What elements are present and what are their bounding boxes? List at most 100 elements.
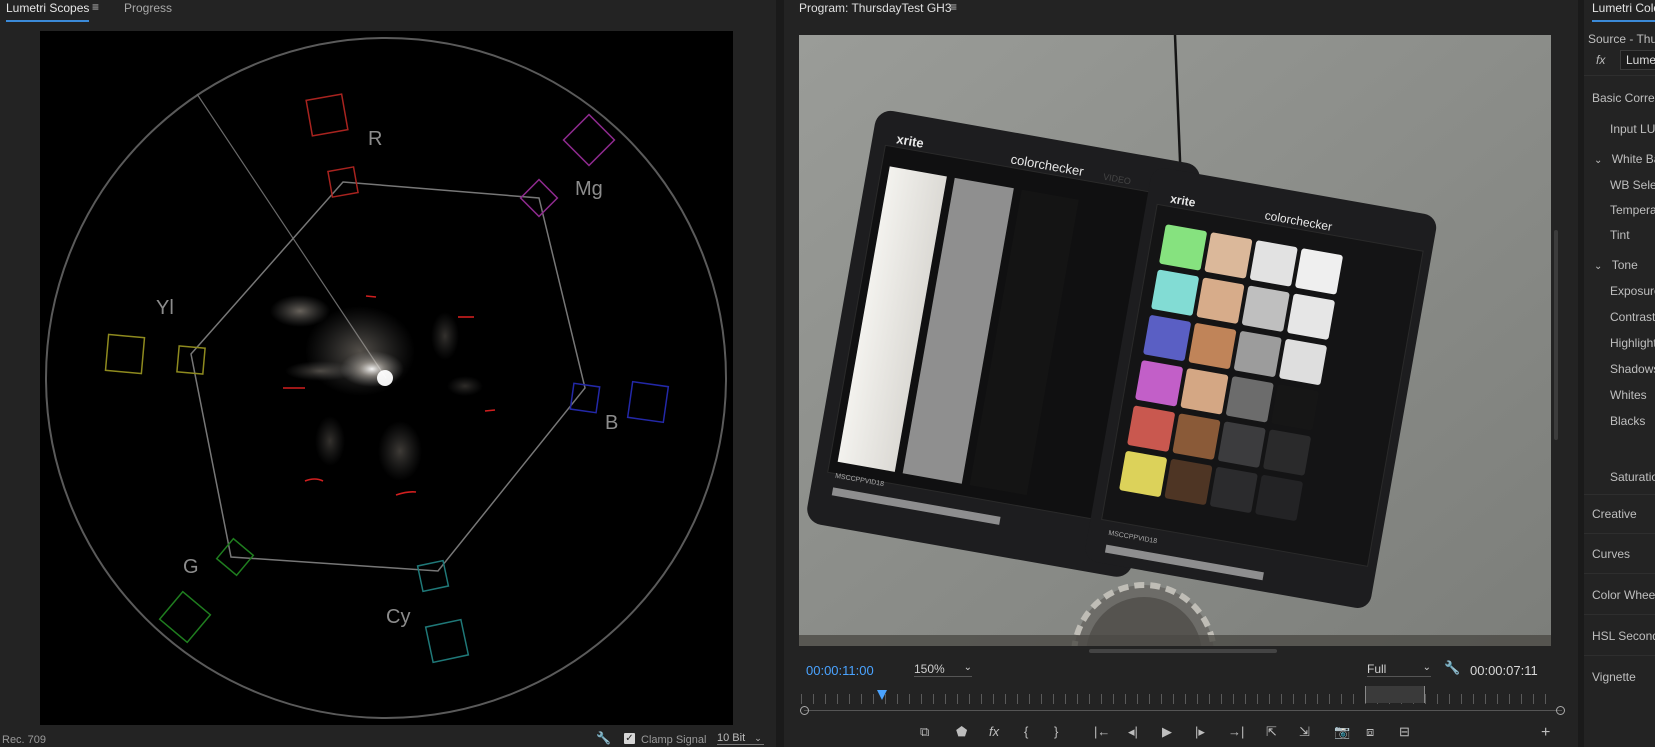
color-swatch: [1226, 376, 1274, 423]
panel-menu-icon[interactable]: ≡: [92, 0, 99, 14]
tone-label: Tone: [1611, 258, 1638, 272]
color-swatch: [1271, 384, 1319, 431]
table-edge: [799, 635, 1551, 646]
label-yl: Yl: [156, 297, 174, 319]
zoom-handle-right[interactable]: [1556, 706, 1565, 715]
color-swatch: [1287, 293, 1335, 340]
white-balance-toggle[interactable]: ⌄ White Ba: [1594, 152, 1655, 166]
section-hsl-secondary[interactable]: HSL Second: [1592, 629, 1655, 643]
extract-icon[interactable]: ⇲: [1299, 724, 1310, 740]
source-label: Source - Thur: [1588, 32, 1655, 46]
multi-camera-icon[interactable]: ⊟: [1399, 724, 1410, 740]
go-to-out-icon[interactable]: →|: [1228, 724, 1244, 739]
tab-progress[interactable]: Progress: [124, 0, 172, 20]
transport-controls: ⧉ ⬟ fx { } |← ◂| ▶ |▸ →| ⇱ ⇲ 📷 ⧈ ⊟ +: [784, 724, 1578, 746]
step-forward-icon[interactable]: |▸: [1195, 724, 1205, 740]
panel-divider-left[interactable]: [776, 0, 784, 747]
chevron-down-icon: ⌄: [1594, 261, 1603, 272]
duration-timecode: 00:00:07:11: [1470, 663, 1538, 678]
divider: [1584, 655, 1655, 656]
chevron-down-icon: ⌄: [963, 662, 972, 673]
lift-icon[interactable]: ⇱: [1266, 724, 1277, 740]
fx-icon: fx: [1596, 53, 1606, 67]
in-out-range[interactable]: [1365, 686, 1425, 703]
tint-label: Tint: [1610, 228, 1630, 242]
section-creative[interactable]: Creative: [1592, 507, 1637, 521]
exposure-label: Exposure: [1610, 284, 1655, 298]
lumetri-scopes-panel: Lumetri Scopes ≡ Progress R Mg Yl B G Cy…: [0, 0, 776, 747]
color-swatch: [1210, 467, 1258, 513]
step-back-icon[interactable]: ◂|: [1128, 724, 1138, 740]
zoom-handle-left[interactable]: [800, 706, 809, 715]
colorspace-label: Rec. 709: [2, 734, 47, 746]
color-swatch: [1263, 429, 1311, 476]
contrast-label: Contrast: [1610, 310, 1655, 324]
video-image: xrite colorchecker VIDEO MSCCPPVID18 xri…: [799, 35, 1551, 646]
chevron-down-icon: ⌄: [1594, 155, 1603, 166]
tab-lumetri-scopes[interactable]: Lumetri Scopes: [6, 0, 90, 22]
label-g: G: [183, 556, 199, 578]
divider: [1584, 494, 1655, 495]
color-swatch: [1218, 421, 1266, 468]
white-balance-label: White Ba: [1611, 152, 1655, 166]
section-curves[interactable]: Curves: [1592, 547, 1630, 561]
comparison-view-icon[interactable]: ⧈: [1366, 724, 1374, 740]
color-swatch: [1242, 285, 1290, 332]
playhead-timecode[interactable]: 00:00:11:00: [806, 663, 874, 678]
zoom-select[interactable]: 150% ⌄: [914, 662, 972, 677]
shadows-label: Shadows: [1610, 362, 1655, 376]
target-magenta: [519, 113, 616, 218]
add-button-icon[interactable]: +: [1541, 724, 1550, 742]
bit-depth-value: 10 Bit: [717, 732, 746, 744]
fx-icon[interactable]: fx: [989, 724, 999, 739]
export-frame-icon[interactable]: 📷: [1334, 724, 1350, 740]
video-frame[interactable]: xrite colorchecker VIDEO MSCCPPVID18 xri…: [799, 35, 1551, 646]
mark-in-icon[interactable]: {: [1024, 724, 1028, 739]
clamp-signal-checkbox[interactable]: ✓: [624, 733, 635, 744]
whites-label: Whites: [1610, 388, 1647, 402]
color-swatch: [1250, 240, 1298, 287]
tone-toggle[interactable]: ⌄ Tone: [1594, 258, 1638, 272]
video-scroll-bar[interactable]: [1089, 649, 1277, 653]
color-swatch: [1196, 277, 1245, 324]
label-mg: Mg: [575, 178, 603, 200]
section-basic-correction[interactable]: Basic Correc: [1592, 91, 1655, 105]
settings-wrench-icon[interactable]: 🔧: [1444, 660, 1460, 676]
color-swatch: [1164, 459, 1213, 505]
color-swatch: [1127, 405, 1175, 452]
divider: [1584, 573, 1655, 574]
program-vertical-scrollbar[interactable]: [1554, 230, 1558, 440]
label-cy: Cy: [386, 606, 410, 628]
mark-out-icon[interactable]: }: [1054, 724, 1058, 739]
divider: [1584, 75, 1655, 76]
scopes-footer: Rec. 709 🔧 ✓ Clamp Signal 10 Bit ⌄: [0, 729, 776, 747]
temperature-label: Tempera: [1610, 203, 1655, 217]
section-color-wheels[interactable]: Color Wheel: [1592, 588, 1655, 602]
target-cyan: [416, 559, 470, 664]
playhead-marker[interactable]: [877, 690, 887, 700]
go-to-in-icon[interactable]: |←: [1094, 724, 1110, 739]
bit-depth-select[interactable]: 10 Bit ⌄: [717, 732, 764, 745]
section-vignette[interactable]: Vignette: [1592, 670, 1636, 684]
color-swatch: [1151, 269, 1199, 316]
divider: [1584, 614, 1655, 615]
effect-select[interactable]: Lumet: [1620, 50, 1655, 70]
panel-menu-icon[interactable]: ≡: [950, 0, 957, 14]
resolution-value: Full: [1367, 662, 1387, 676]
blacks-label: Blacks: [1610, 414, 1646, 428]
settings-wrench-icon[interactable]: 🔧: [596, 731, 611, 745]
resolution-select[interactable]: Full ⌄: [1367, 662, 1431, 677]
target-green: [158, 537, 255, 644]
tab-lumetri-color[interactable]: Lumetri Colo: [1592, 0, 1655, 22]
time-ruler[interactable]: [801, 694, 1546, 704]
add-marker-icon[interactable]: ⬟: [956, 724, 967, 740]
label-b: B: [605, 412, 618, 434]
play-icon[interactable]: ▶: [1162, 724, 1172, 740]
chevron-down-icon: ⌄: [1422, 662, 1431, 673]
color-swatch: [1255, 475, 1303, 521]
zoom-scroll-track[interactable]: [804, 710, 1562, 711]
tab-program[interactable]: Program: ThursdayTest GH3: [799, 0, 952, 20]
input-lut-label: Input LUT: [1610, 122, 1655, 136]
insert-marker-icon[interactable]: ⧉: [920, 724, 929, 740]
lumetri-color-panel: Lumetri Colo Source - Thur fx Lumet Basi…: [1584, 0, 1655, 747]
